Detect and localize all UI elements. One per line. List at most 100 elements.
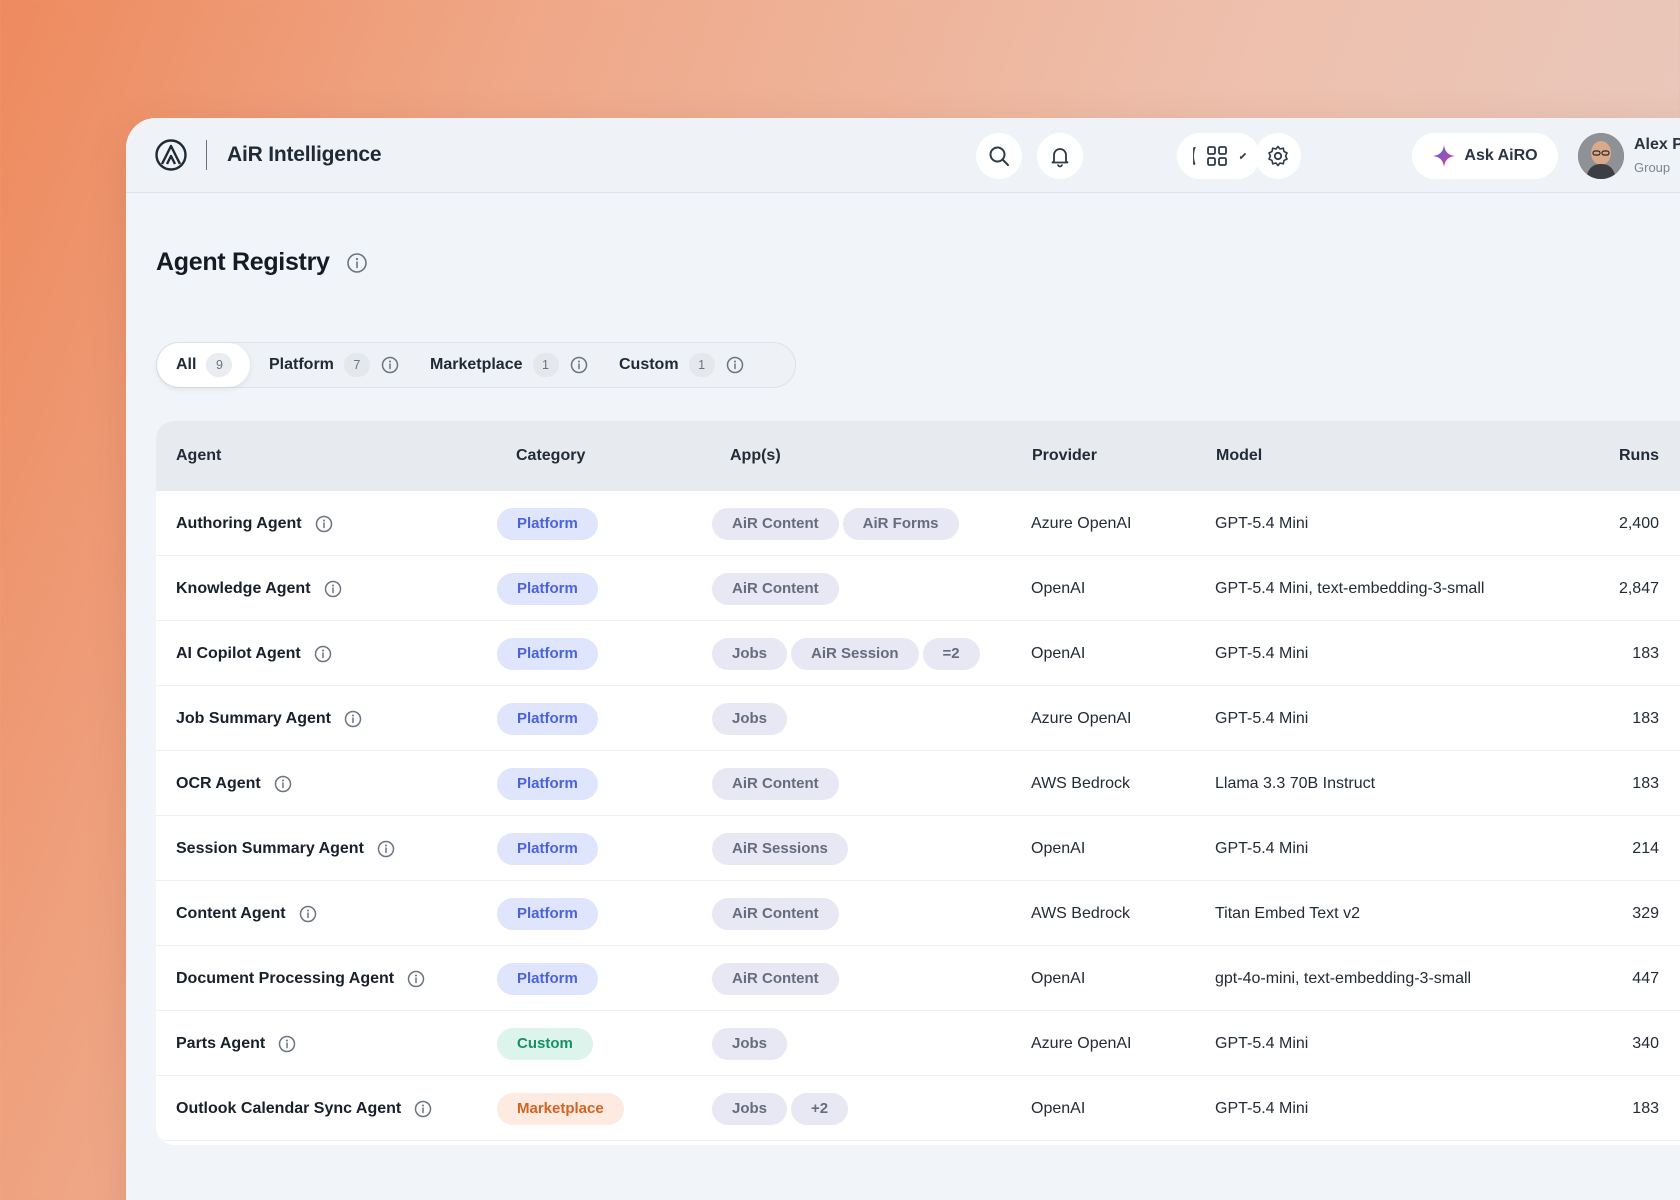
table-row[interactable]: Knowledge Agent Platform AiR Content OpenAI… (156, 556, 1680, 621)
runs-cell: 2,847 (1618, 579, 1659, 597)
settings-button[interactable] (1255, 133, 1301, 179)
info-icon[interactable] (376, 839, 396, 859)
agent-cell[interactable]: Document Processing Agent (176, 946, 426, 1011)
apps-cell: AiR Content (712, 556, 843, 621)
agent-cell[interactable]: AI Copilot Agent (176, 621, 333, 686)
category-cell: Platform (497, 621, 598, 686)
agent-name[interactable]: Outlook Calendar Sync Agent (176, 1100, 401, 1118)
more-apps-badge[interactable]: +2 (791, 1092, 849, 1125)
table-row[interactable]: AI Copilot Agent Platform Jobs AiR Session =… (156, 621, 1680, 686)
agent-cell[interactable]: Parts Agent (176, 1011, 297, 1076)
user-role: Group (1634, 160, 1671, 175)
search-button[interactable] (976, 133, 1022, 179)
tab-marketplace[interactable]: Marketplace 1 (430, 343, 589, 387)
category-badge: Platform (497, 572, 598, 605)
info-icon[interactable] (346, 252, 368, 274)
table-row[interactable]: OCR Agent Platform AiR Content AWS Bedrock L… (156, 751, 1680, 816)
provider-cell: AWS Bedrock (1031, 774, 1130, 792)
column-header-category[interactable]: Category (516, 421, 585, 491)
agent-cell[interactable]: Session Summary Agent (176, 816, 396, 881)
category-tabs: All 9 Platform 7 Marketplace 1 Custom 1 (156, 342, 796, 388)
model-cell: GPT-5.4 Mini (1215, 644, 1309, 662)
agent-name[interactable]: Document Processing Agent (176, 970, 394, 988)
agent-cell[interactable]: Outlook Calendar Sync Agent (176, 1076, 433, 1141)
table-header: Agent Category App(s) Provider Model Run… (156, 421, 1680, 491)
ask-airo-button[interactable]: Ask AiRO (1412, 133, 1558, 179)
tab-platform[interactable]: Platform 7 (269, 343, 400, 387)
tab-label: Custom (619, 356, 679, 373)
table-row[interactable]: Document Processing Agent Platform AiR Con… (156, 946, 1680, 1011)
provider-cell: OpenAI (1031, 1099, 1086, 1117)
info-icon[interactable] (323, 579, 343, 599)
provider-cell: OpenAI (1031, 579, 1086, 597)
column-header-runs[interactable]: Runs (1619, 421, 1659, 491)
runs-cell: 183 (1632, 1099, 1659, 1117)
provider-cell: OpenAI (1031, 644, 1086, 662)
info-icon[interactable] (273, 774, 293, 794)
agent-name[interactable]: Parts Agent (176, 1035, 265, 1053)
agent-name[interactable]: Authoring Agent (176, 515, 302, 533)
table-row[interactable]: Parts Agent Custom Jobs Azure OpenAI GPT-5.4… (156, 1011, 1680, 1076)
sparkle-icon (1433, 145, 1456, 167)
runs-cell: 447 (1632, 969, 1659, 987)
brand[interactable]: AiR Intelligence (154, 138, 382, 172)
table-row[interactable]: Session Summary Agent Platform AiR Session… (156, 816, 1680, 881)
agent-cell[interactable]: Knowledge Agent (176, 556, 343, 621)
agent-cell[interactable]: OCR Agent (176, 751, 293, 816)
agent-name[interactable]: Session Summary Agent (176, 840, 364, 858)
tab-count: 1 (688, 353, 715, 377)
info-icon[interactable] (380, 355, 400, 375)
info-icon[interactable] (314, 514, 334, 534)
app-badge: Jobs (712, 637, 788, 670)
agent-name[interactable]: Job Summary Agent (176, 710, 331, 728)
agent-cell[interactable]: Authoring Agent (176, 491, 334, 556)
info-icon[interactable] (277, 1034, 297, 1054)
agent-name[interactable]: Content Agent (176, 905, 286, 923)
page-title: Agent Registry (156, 248, 368, 277)
bell-icon (1051, 148, 1069, 168)
apps-button[interactable] (1194, 133, 1240, 179)
column-header-agent[interactable]: Agent (176, 421, 221, 491)
avatar[interactable] (1578, 133, 1624, 179)
info-icon[interactable] (569, 355, 589, 375)
agent-name[interactable]: Knowledge Agent (176, 580, 311, 598)
table-row[interactable]: Outlook Calendar Sync Agent Marketplace Jo… (156, 1076, 1680, 1141)
brand-name: AiR Intelligence (227, 143, 382, 166)
agent-cell[interactable]: Content Agent (176, 881, 318, 946)
tab-custom[interactable]: Custom 1 (619, 343, 745, 387)
info-icon[interactable] (343, 709, 363, 729)
tab-count: 1 (532, 353, 559, 377)
category-cell: Custom (497, 1011, 593, 1076)
info-icon[interactable] (406, 969, 426, 989)
tab-label: Platform (269, 356, 334, 373)
app-badge: AiR Content (712, 507, 839, 540)
apps-cell: Jobs +2 (712, 1076, 852, 1141)
info-icon[interactable] (413, 1099, 433, 1119)
column-header-model[interactable]: Model (1216, 421, 1262, 491)
notifications-button[interactable] (1037, 133, 1083, 179)
page-title-text: Agent Registry (156, 248, 330, 276)
app-badge: AiR Sessions (712, 832, 848, 865)
search-icon (989, 146, 1009, 166)
agent-name[interactable]: AI Copilot Agent (176, 645, 301, 663)
provider-cell: Azure OpenAI (1031, 1034, 1132, 1052)
gear-icon (1268, 145, 1288, 167)
agent-cell[interactable]: Job Summary Agent (176, 686, 363, 751)
model-cell: Llama 3.3 70B Instruct (1215, 774, 1376, 792)
category-badge: Platform (497, 962, 598, 995)
app-badge: Jobs (712, 1027, 788, 1060)
more-apps-badge[interactable]: =2 (922, 637, 980, 670)
info-icon[interactable] (298, 904, 318, 924)
table-row[interactable]: Content Agent Platform AiR Content AWS Bedr… (156, 881, 1680, 946)
app-badge: AiR Content (712, 962, 839, 995)
table-row[interactable]: Job Summary Agent Platform Jobs Azure OpenA… (156, 686, 1680, 751)
brand-divider (206, 140, 207, 170)
agent-name[interactable]: OCR Agent (176, 775, 261, 793)
info-icon[interactable] (313, 644, 333, 664)
column-header-provider[interactable]: Provider (1032, 421, 1097, 491)
tab-all[interactable]: All 9 (157, 343, 250, 387)
info-icon[interactable] (725, 355, 745, 375)
column-header-apps[interactable]: App(s) (730, 421, 781, 491)
category-badge: Custom (497, 1027, 593, 1060)
table-row[interactable]: Authoring Agent Platform AiR Content AiR Fo… (156, 491, 1680, 556)
